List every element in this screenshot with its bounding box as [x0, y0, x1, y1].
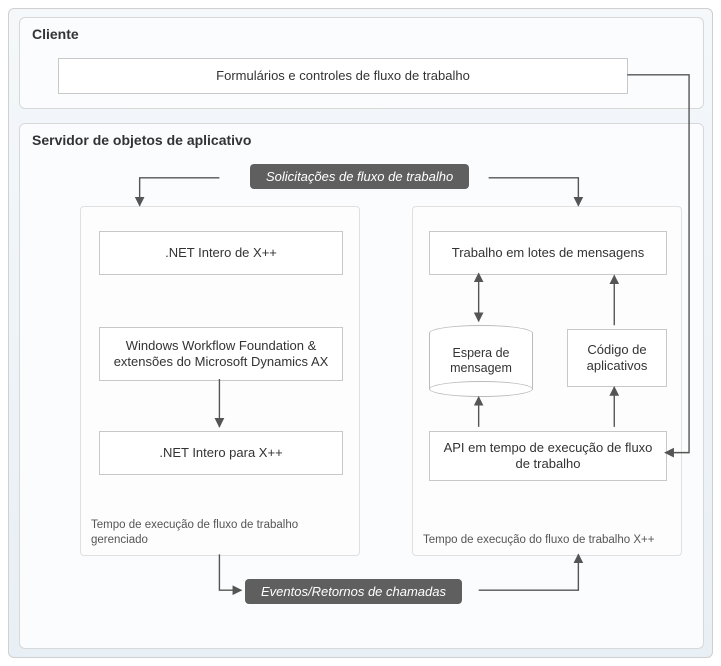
xpp-caption: Tempo de execução do fluxo de trabalho X… — [423, 533, 654, 547]
events-pill: Eventos/Retornos de chamadas — [245, 579, 462, 604]
queue-label: Espera de mensagem — [436, 346, 526, 376]
client-section: Cliente Formulários e controles de fluxo… — [19, 17, 704, 109]
appcode-box: Código de aplicativos — [567, 329, 667, 387]
batch-box: Trabalho em lotes de mensagens — [429, 231, 667, 275]
api-box: API em tempo de execução de fluxo de tra… — [429, 431, 667, 481]
message-queue-cylinder: Espera de mensagem — [429, 325, 533, 397]
managed-runtime-group: .NET Intero de X++ Windows Workflow Foun… — [80, 206, 360, 556]
net-from-xpp-label: .NET Intero de X++ — [165, 245, 277, 261]
managed-caption: Tempo de execução de fluxo de trabalho g… — [91, 518, 341, 547]
net-to-xpp-label: .NET Intero para X++ — [159, 445, 282, 461]
server-title: Servidor de objetos de aplicativo — [20, 124, 703, 152]
diagram-canvas: Cliente Formulários e controles de fluxo… — [8, 8, 713, 658]
server-section: Servidor de objetos de aplicativo Solici… — [19, 123, 704, 649]
events-label: Eventos/Retornos de chamadas — [261, 584, 446, 599]
wwf-box: Windows Workflow Foundation & extensões … — [99, 327, 343, 381]
forms-controls-box: Formulários e controles de fluxo de trab… — [58, 58, 628, 94]
requests-pill: Solicitações de fluxo de trabalho — [250, 164, 469, 189]
batch-label: Trabalho em lotes de mensagens — [452, 245, 644, 261]
client-title: Cliente — [20, 18, 703, 46]
forms-controls-label: Formulários e controles de fluxo de trab… — [216, 68, 470, 84]
net-from-xpp-box: .NET Intero de X++ — [99, 231, 343, 275]
xpp-runtime-group: Trabalho em lotes de mensagens Espera de… — [412, 206, 682, 556]
api-label: API em tempo de execução de fluxo de tra… — [438, 440, 658, 473]
appcode-label: Código de aplicativos — [576, 342, 658, 375]
wwf-label: Windows Workflow Foundation & extensões … — [108, 338, 334, 371]
requests-label: Solicitações de fluxo de trabalho — [266, 169, 453, 184]
net-to-xpp-box: .NET Intero para X++ — [99, 431, 343, 475]
